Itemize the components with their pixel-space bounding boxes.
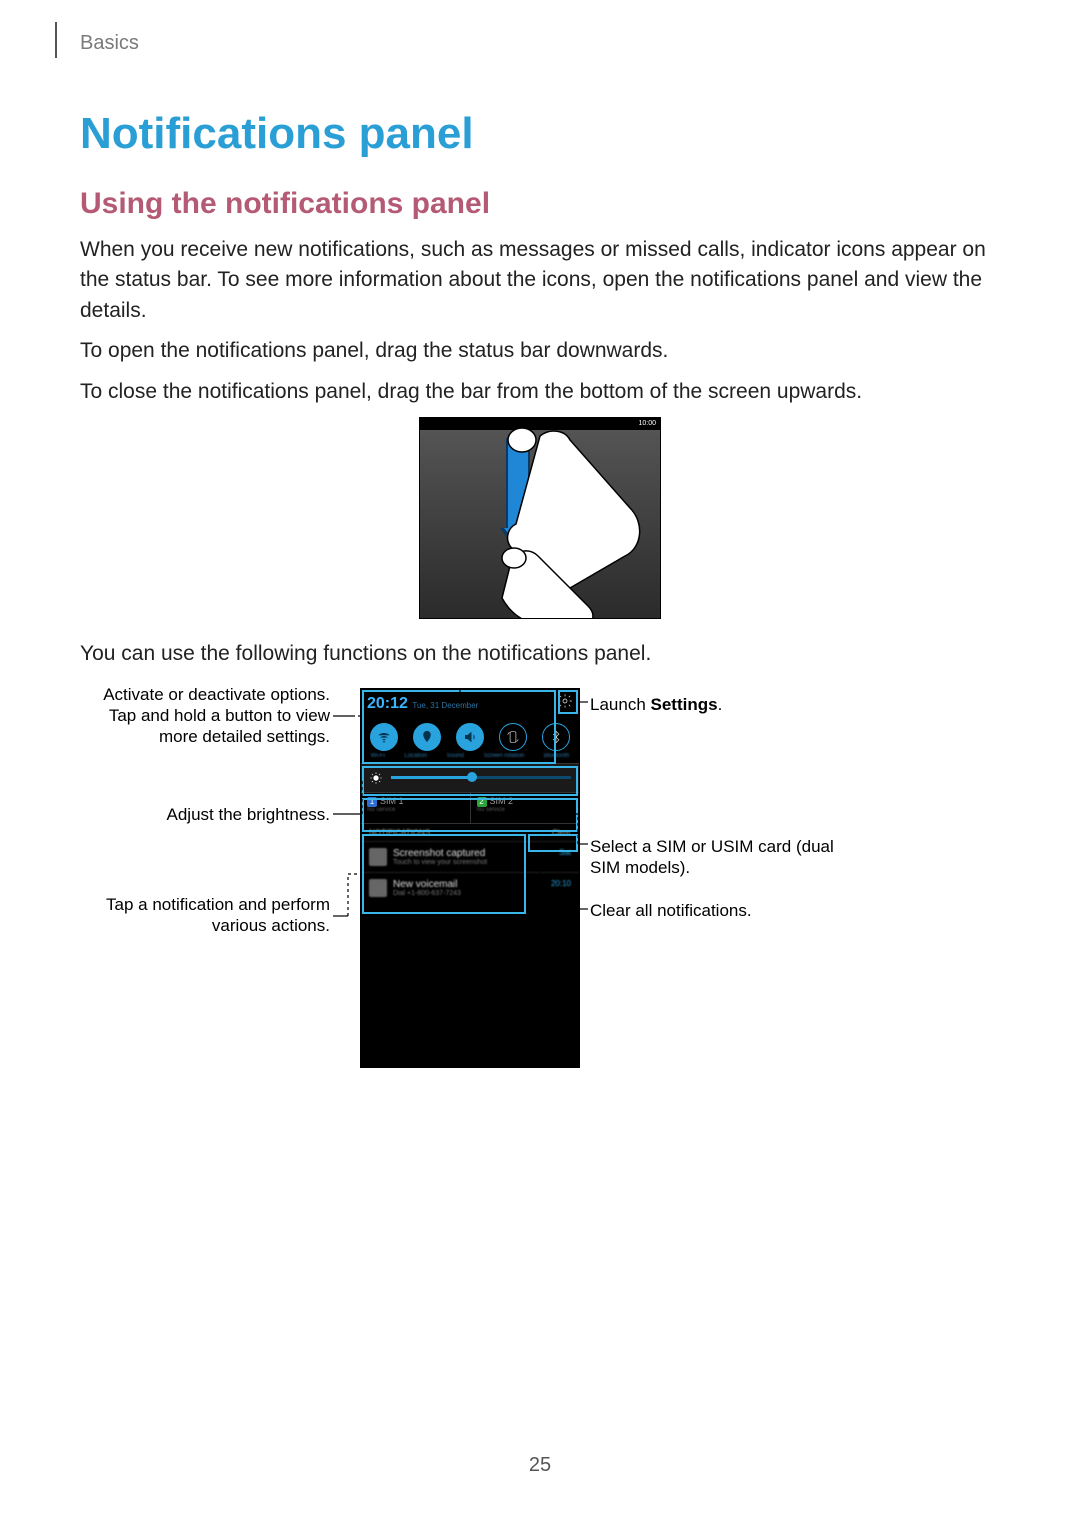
clock-text: 20:12 [367, 695, 408, 712]
brightness-slider [391, 776, 571, 779]
section-subtitle: Using the notifications panel [80, 187, 1000, 221]
label-select-sim: Select a SIM or USIM card (dual SIM mode… [590, 836, 850, 879]
sound-icon [456, 723, 484, 751]
breadcrumb: Basics [80, 32, 1000, 55]
label-clear-all: Clear all notifications. [590, 900, 850, 921]
phone-mock-panel: 20:12 Tue, 31 December Wi-Fi Location So… [360, 688, 580, 1068]
paragraph-intro: When you receive new notifications, such… [80, 235, 1000, 326]
gear-icon [557, 693, 573, 714]
label-launch-settings: Launch Settings. [590, 694, 850, 715]
date-text: Tue, 31 December [412, 701, 478, 710]
toggle-labels: Wi-Fi Location Sound Screen rotation Blu… [361, 753, 579, 763]
paragraph-functions: You can use the following functions on t… [80, 639, 1000, 669]
paragraph-close: To close the notifications panel, drag t… [80, 377, 1000, 407]
diagram-notifications-panel: 20:12 Tue, 31 December Wi-Fi Location So… [80, 684, 1000, 1104]
header-rule [55, 22, 57, 58]
sim2-card: 2SIM 2 No service [470, 793, 580, 823]
quick-toggles-row [361, 719, 579, 753]
page-number: 25 [0, 1454, 1080, 1477]
manual-page: Basics Notifications panel Using the not… [0, 0, 1080, 1527]
label-tap-notif: Tap a notification and perform various a… [80, 894, 330, 937]
location-icon [413, 723, 441, 751]
wifi-icon [370, 723, 398, 751]
sim1-card: 1SIM 1 No service [361, 793, 470, 823]
brightness-icon [369, 771, 383, 785]
bluetooth-icon [542, 723, 570, 751]
paragraph-open: To open the notifications panel, drag th… [80, 336, 1000, 366]
rotation-icon [499, 723, 527, 751]
hand-icon [420, 418, 660, 618]
page-title: Notifications panel [80, 109, 1000, 159]
notification-thumb-icon [369, 879, 387, 897]
notifications-header-row: NOTIFICATIONS Clear [361, 824, 579, 841]
phone-mock-swipe: 10:00 [419, 417, 661, 619]
panel-header: 20:12 Tue, 31 December [361, 689, 579, 719]
illustration-swipe: 10:00 [80, 417, 1000, 619]
notification-item: Screenshot captured Touch to view your s… [361, 841, 579, 872]
sim-row: 1SIM 1 No service 2SIM 2 No service [361, 793, 579, 824]
notification-thumb-icon [369, 848, 387, 866]
label-brightness: Adjust the brightness. [80, 804, 330, 825]
notification-item: New voicemail Dial +1-800-637-7243 20:10 [361, 872, 579, 903]
brightness-row [361, 763, 579, 793]
label-activate: Activate or deactivate options. Tap and … [80, 684, 330, 748]
